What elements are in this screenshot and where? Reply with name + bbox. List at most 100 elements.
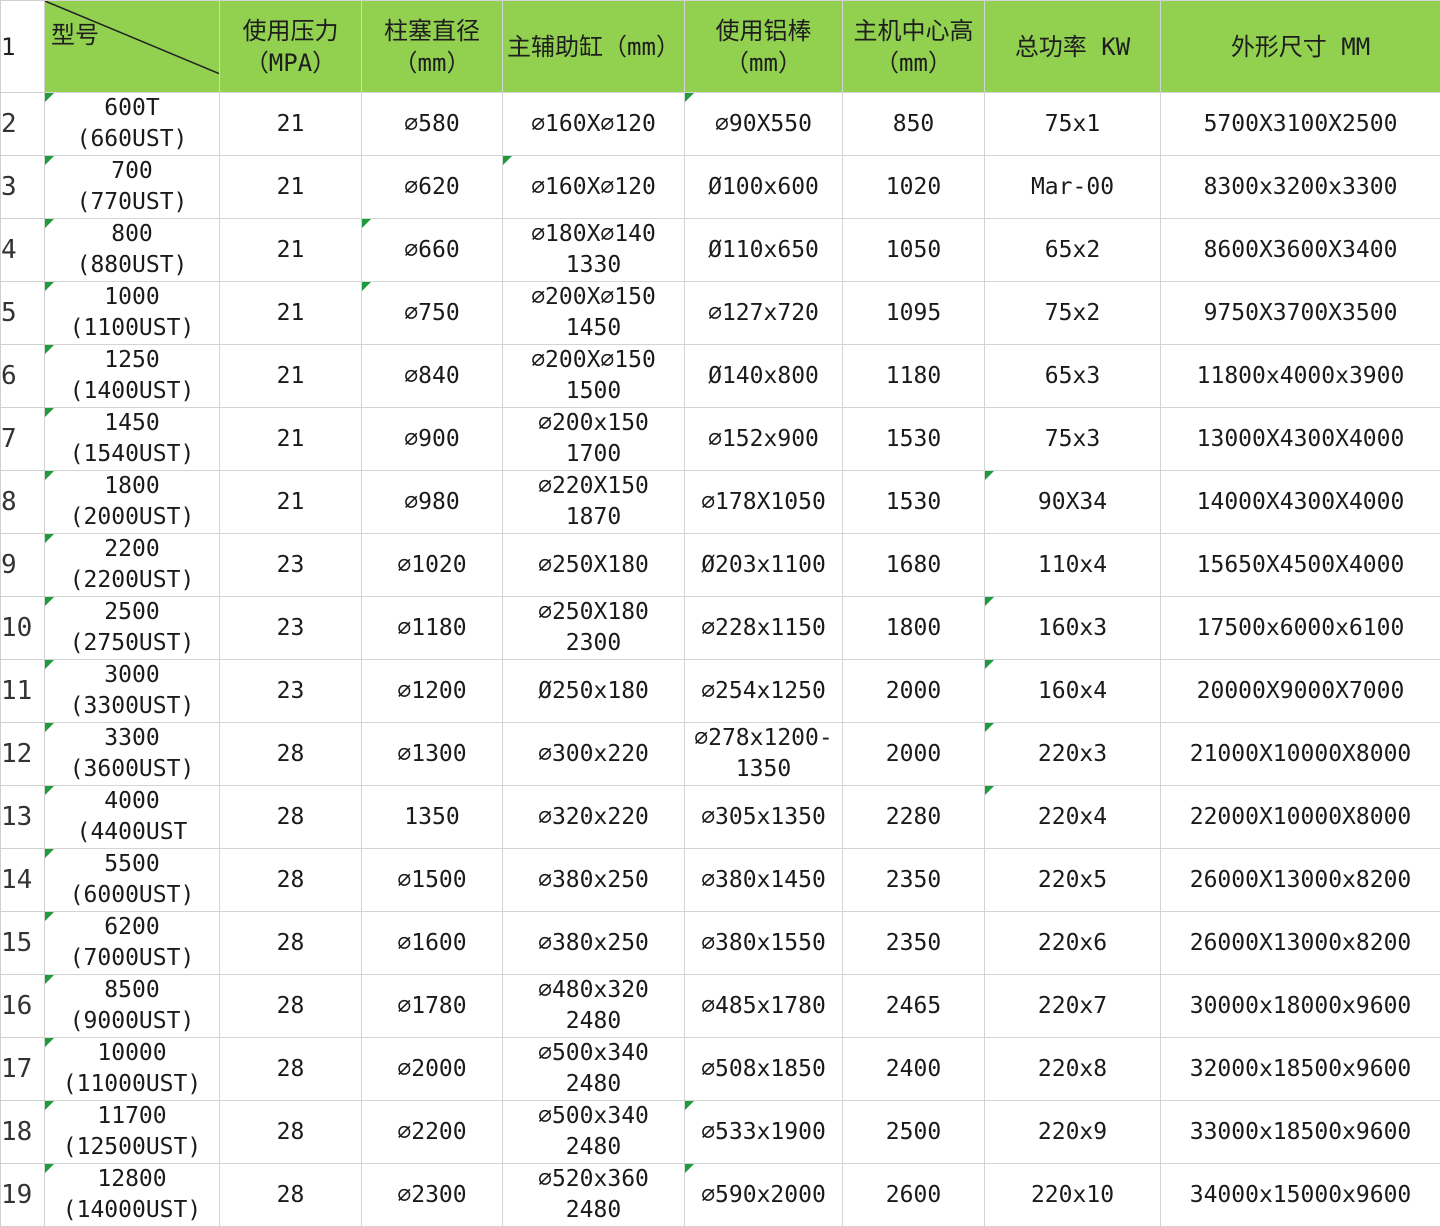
cell-model[interactable]: 700 (770UST) (45, 156, 220, 219)
cell-cylinder-size[interactable]: ⌀500x340 2480 (503, 1038, 685, 1101)
cell-cylinder-size[interactable]: ⌀250X180 (503, 534, 685, 597)
cell-plunger-diameter[interactable]: ⌀1180 (362, 597, 503, 660)
cell-plunger-diameter[interactable]: ⌀1600 (362, 912, 503, 975)
cell-model[interactable]: 12800 (14000UST) (45, 1164, 220, 1227)
cell-plunger-diameter[interactable]: ⌀900 (362, 408, 503, 471)
cell-center-height[interactable]: 2280 (843, 786, 985, 849)
cell-cylinder-size[interactable]: ⌀320x220 (503, 786, 685, 849)
cell-model[interactable]: 1450 (1540UST) (45, 408, 220, 471)
cell-plunger-diameter[interactable]: ⌀2300 (362, 1164, 503, 1227)
cell-aluminum-rod[interactable]: ⌀380x1450 (685, 849, 843, 912)
row-number[interactable]: 6 (1, 345, 45, 408)
row-number[interactable]: 10 (1, 597, 45, 660)
cell-pressure[interactable]: 21 (220, 219, 362, 282)
cell-center-height[interactable]: 2350 (843, 849, 985, 912)
cell-pressure[interactable]: 21 (220, 471, 362, 534)
cell-center-height[interactable]: 2000 (843, 660, 985, 723)
row-number[interactable]: 7 (1, 408, 45, 471)
cell-center-height[interactable]: 1530 (843, 471, 985, 534)
cell-plunger-diameter[interactable]: ⌀580 (362, 93, 503, 156)
cell-pressure[interactable]: 28 (220, 975, 362, 1038)
cell-cylinder-size[interactable]: ⌀200X⌀150 1500 (503, 345, 685, 408)
cell-total-power[interactable]: 160x4 (985, 660, 1161, 723)
cell-cylinder-size[interactable]: ⌀250X180 2300 (503, 597, 685, 660)
row-number[interactable]: 18 (1, 1101, 45, 1164)
cell-pressure[interactable]: 28 (220, 912, 362, 975)
cell-dimensions[interactable]: 22000X10000X8000 (1161, 786, 1440, 849)
cell-model[interactable]: 3000 (3300UST) (45, 660, 220, 723)
cell-center-height[interactable]: 1050 (843, 219, 985, 282)
cell-aluminum-rod[interactable]: Ø100x600 (685, 156, 843, 219)
cell-model[interactable]: 10000 (11000UST) (45, 1038, 220, 1101)
cell-dimensions[interactable]: 8300x3200x3300 (1161, 156, 1440, 219)
cell-aluminum-rod[interactable]: ⌀278x1200- 1350 (685, 723, 843, 786)
cell-plunger-diameter[interactable]: ⌀1200 (362, 660, 503, 723)
cell-center-height[interactable]: 2465 (843, 975, 985, 1038)
cell-dimensions[interactable]: 34000x15000x9600 (1161, 1164, 1440, 1227)
cell-center-height[interactable]: 1095 (843, 282, 985, 345)
cell-cylinder-size[interactable]: ⌀500x340 2480 (503, 1101, 685, 1164)
cell-aluminum-rod[interactable]: ⌀254x1250 (685, 660, 843, 723)
cell-pressure[interactable]: 21 (220, 93, 362, 156)
cell-dimensions[interactable]: 21000X10000X8000 (1161, 723, 1440, 786)
cell-aluminum-rod[interactable]: Ø110x650 (685, 219, 843, 282)
cell-cylinder-size[interactable]: ⌀200X⌀150 1450 (503, 282, 685, 345)
cell-aluminum-rod[interactable]: ⌀152x900 (685, 408, 843, 471)
cell-total-power[interactable]: 220x4 (985, 786, 1161, 849)
cell-plunger-diameter[interactable]: ⌀1780 (362, 975, 503, 1038)
header-cell-cylinder-size[interactable]: 主辅助缸（mm） (503, 1, 685, 93)
cell-pressure[interactable]: 21 (220, 282, 362, 345)
cell-cylinder-size[interactable]: ⌀380x250 (503, 849, 685, 912)
cell-pressure[interactable]: 28 (220, 1164, 362, 1227)
cell-dimensions[interactable]: 15650X4500X4000 (1161, 534, 1440, 597)
cell-cylinder-size[interactable]: ⌀380x250 (503, 912, 685, 975)
row-number[interactable]: 19 (1, 1164, 45, 1227)
cell-cylinder-size[interactable]: ⌀300x220 (503, 723, 685, 786)
cell-model[interactable]: 1250 (1400UST) (45, 345, 220, 408)
row-number[interactable]: 4 (1, 219, 45, 282)
cell-total-power[interactable]: 75x2 (985, 282, 1161, 345)
header-cell-dimensions[interactable]: 外形尺寸 MM (1161, 1, 1440, 93)
row-number[interactable]: 8 (1, 471, 45, 534)
cell-dimensions[interactable]: 9750X3700X3500 (1161, 282, 1440, 345)
cell-aluminum-rod[interactable]: ⌀305x1350 (685, 786, 843, 849)
row-number[interactable]: 5 (1, 282, 45, 345)
cell-plunger-diameter[interactable]: ⌀1500 (362, 849, 503, 912)
cell-cylinder-size[interactable]: ⌀520x360 2480 (503, 1164, 685, 1227)
cell-plunger-diameter[interactable]: ⌀1300 (362, 723, 503, 786)
cell-total-power[interactable]: 220x7 (985, 975, 1161, 1038)
cell-total-power[interactable]: 75x3 (985, 408, 1161, 471)
cell-model[interactable]: 1800 (2000UST) (45, 471, 220, 534)
cell-total-power[interactable]: 65x3 (985, 345, 1161, 408)
cell-cylinder-size[interactable]: ⌀220X150 1870 (503, 471, 685, 534)
cell-plunger-diameter[interactable]: ⌀980 (362, 471, 503, 534)
cell-pressure[interactable]: 23 (220, 597, 362, 660)
row-number[interactable]: 12 (1, 723, 45, 786)
row-number[interactable]: 15 (1, 912, 45, 975)
cell-cylinder-size[interactable]: ⌀480x320 2480 (503, 975, 685, 1038)
cell-dimensions[interactable]: 8600X3600X3400 (1161, 219, 1440, 282)
cell-plunger-diameter[interactable]: ⌀1020 (362, 534, 503, 597)
cell-pressure[interactable]: 28 (220, 723, 362, 786)
cell-total-power[interactable]: 220x8 (985, 1038, 1161, 1101)
cell-pressure[interactable]: 28 (220, 849, 362, 912)
cell-aluminum-rod[interactable]: ⌀485x1780 (685, 975, 843, 1038)
header-cell-pressure[interactable]: 使用压力 （MPA） (220, 1, 362, 93)
cell-plunger-diameter[interactable]: ⌀620 (362, 156, 503, 219)
cell-plunger-diameter[interactable]: ⌀750 (362, 282, 503, 345)
header-cell-plunger-diameter[interactable]: 柱塞直径 （mm） (362, 1, 503, 93)
cell-model[interactable]: 8500 (9000UST) (45, 975, 220, 1038)
cell-dimensions[interactable]: 33000x18500x9600 (1161, 1101, 1440, 1164)
cell-cylinder-size[interactable]: ⌀180X⌀140 1330 (503, 219, 685, 282)
row-number[interactable]: 3 (1, 156, 45, 219)
cell-model[interactable]: 5500 (6000UST) (45, 849, 220, 912)
cell-center-height[interactable]: 2400 (843, 1038, 985, 1101)
cell-model[interactable]: 11700 (12500UST) (45, 1101, 220, 1164)
cell-dimensions[interactable]: 26000X13000x8200 (1161, 912, 1440, 975)
cell-center-height[interactable]: 1680 (843, 534, 985, 597)
cell-plunger-diameter[interactable]: ⌀2000 (362, 1038, 503, 1101)
cell-model[interactable]: 600T (660UST) (45, 93, 220, 156)
cell-plunger-diameter[interactable]: ⌀660 (362, 219, 503, 282)
cell-aluminum-rod[interactable]: ⌀508x1850 (685, 1038, 843, 1101)
row-number[interactable]: 1 (1, 1, 45, 93)
